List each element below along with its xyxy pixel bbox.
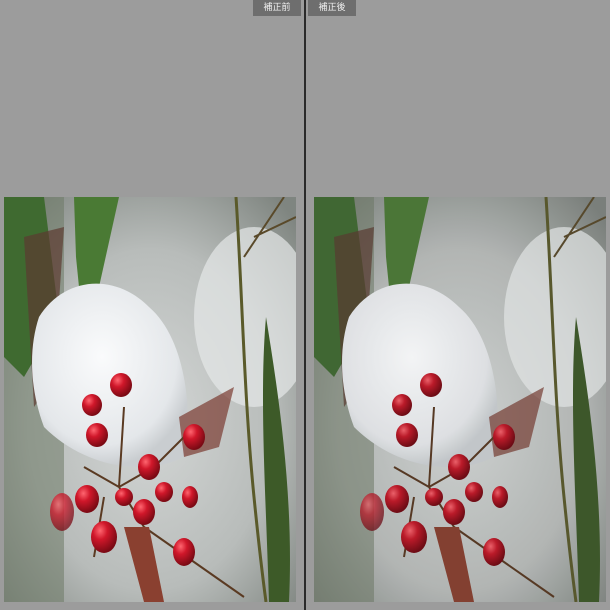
after-pane: 補正後 (306, 0, 610, 610)
before-photo[interactable] (4, 197, 296, 602)
berry-photo-after (314, 197, 606, 602)
before-label-tab: 補正前 (253, 0, 301, 16)
after-photo[interactable] (314, 197, 606, 602)
before-pane: 補正前 (0, 0, 304, 610)
berry-photo-before (4, 197, 296, 602)
after-label-tab: 補正後 (308, 0, 356, 16)
